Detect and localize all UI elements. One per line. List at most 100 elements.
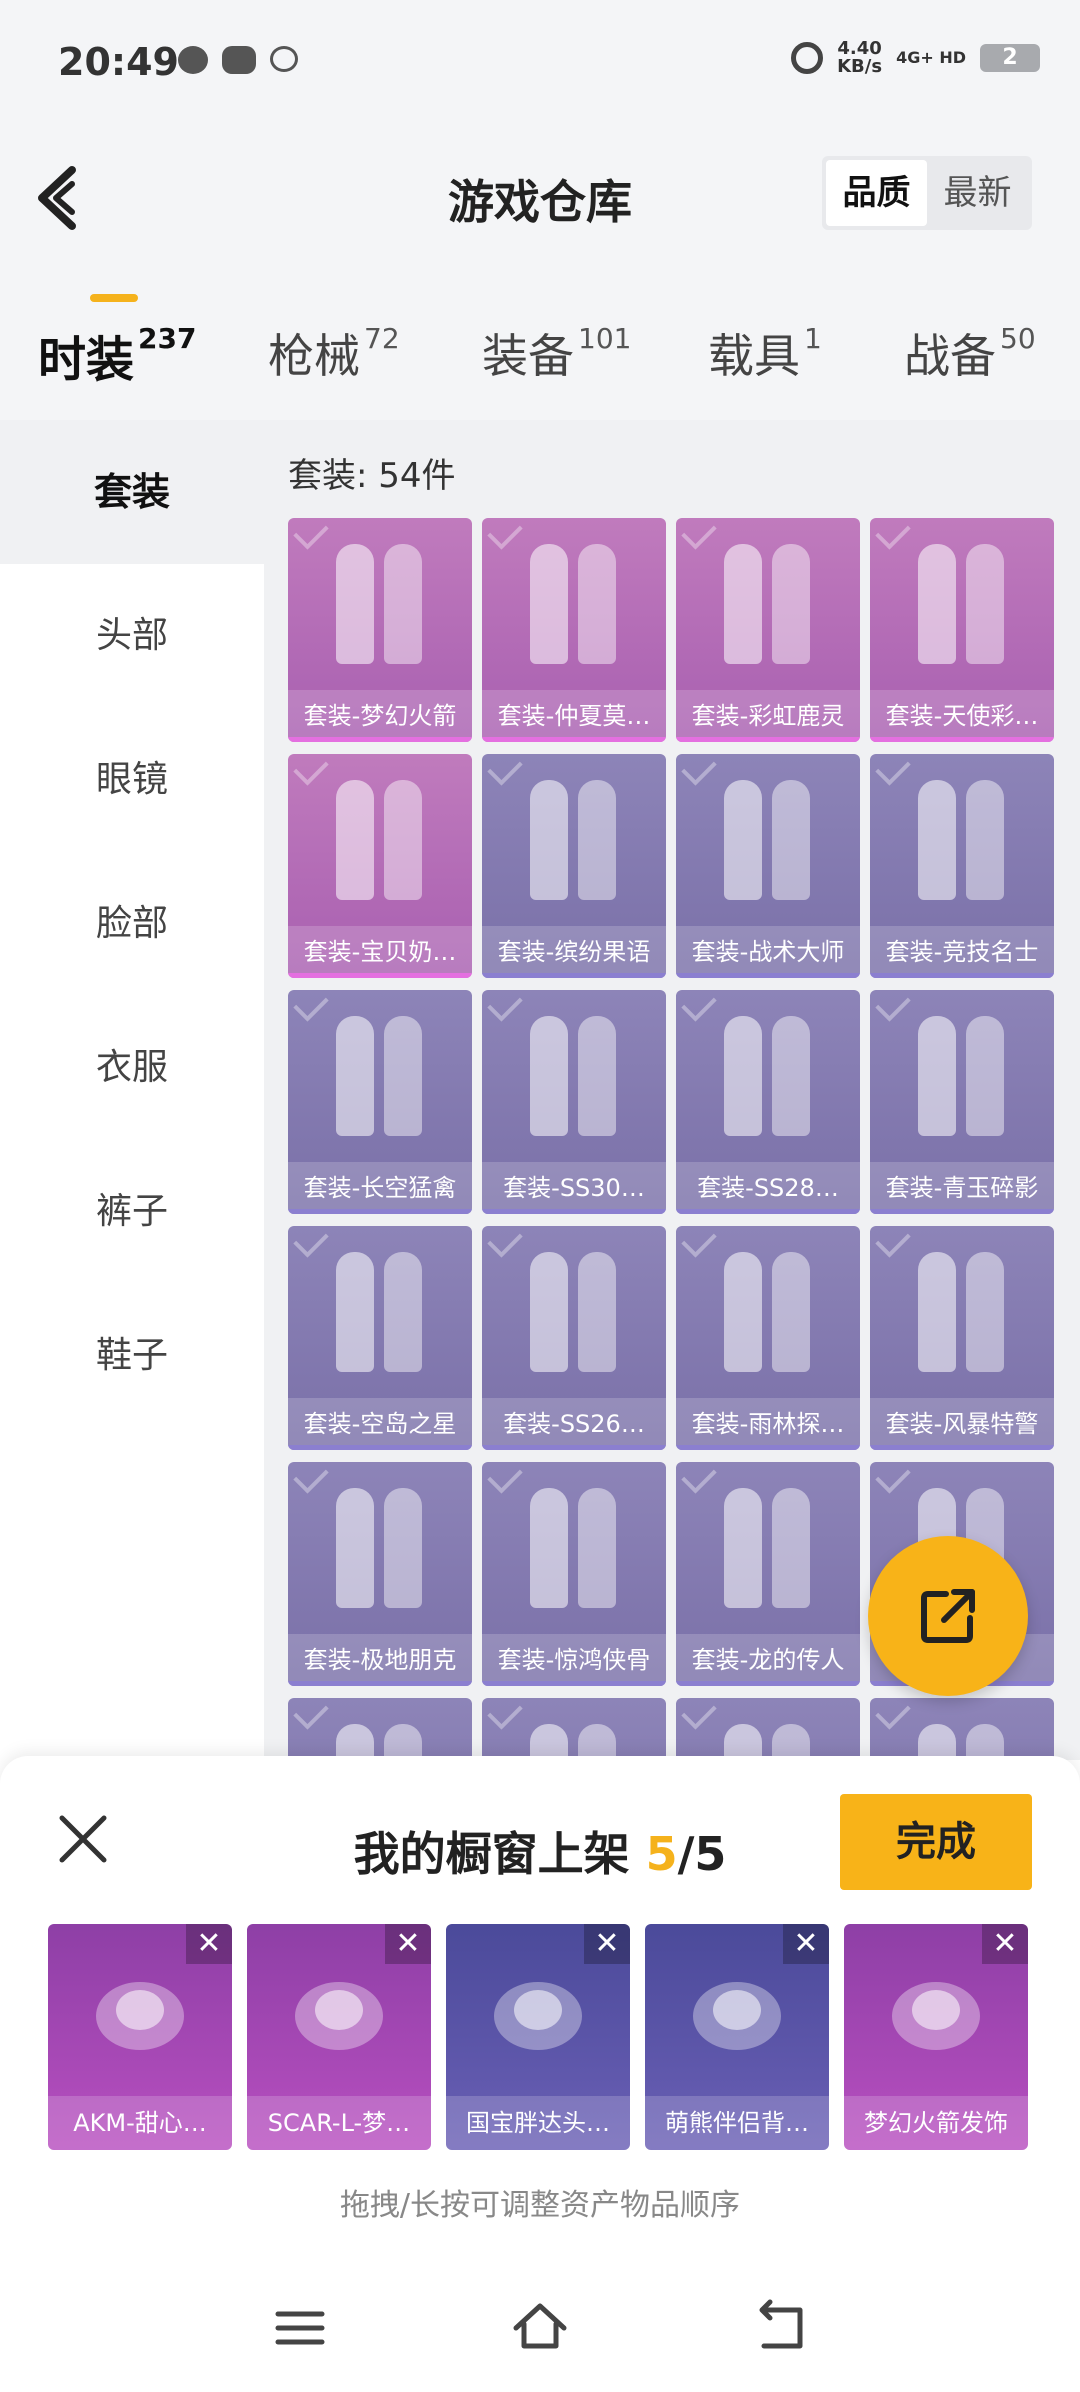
home-icon[interactable] bbox=[510, 2298, 570, 2358]
shelf-count-max: 5 bbox=[694, 1827, 727, 1881]
figure-left bbox=[530, 1488, 568, 1608]
item-card[interactable]: 套装-彩虹鹿灵 bbox=[676, 518, 860, 742]
remove-icon[interactable]: ✕ bbox=[982, 1924, 1028, 1964]
rarity-bar bbox=[676, 1681, 860, 1686]
outfit-image bbox=[328, 780, 432, 906]
item-card[interactable]: 套装-极地朋克 bbox=[288, 1462, 472, 1686]
outfit-image bbox=[328, 1016, 432, 1142]
remove-icon[interactable]: ✕ bbox=[783, 1924, 829, 1964]
check-icon bbox=[875, 990, 911, 1022]
item-card[interactable]: 套装-惊鸿侠骨 bbox=[482, 1462, 666, 1686]
tab-equipment[interactable]: 装备 101 bbox=[482, 320, 631, 386]
item-label: 套装-惊鸿侠骨 bbox=[482, 1634, 666, 1686]
figure-right bbox=[578, 780, 616, 900]
outfit-image bbox=[328, 1488, 432, 1614]
item-card[interactable] bbox=[288, 1698, 472, 1760]
message-icon bbox=[178, 46, 208, 74]
item-card[interactable]: 套装-长空猛禽 bbox=[288, 990, 472, 1214]
rarity-bar bbox=[482, 1445, 666, 1450]
tab-supplies[interactable]: 战备 50 bbox=[904, 320, 1036, 386]
figure-left bbox=[530, 1724, 568, 1760]
remove-icon[interactable]: ✕ bbox=[186, 1924, 232, 1964]
item-card[interactable]: 套装-龙的传人 bbox=[676, 1462, 860, 1686]
item-card[interactable]: 套装-梦幻火箭 bbox=[288, 518, 472, 742]
figure-left bbox=[530, 1016, 568, 1136]
done-button[interactable]: 完成 bbox=[840, 1794, 1032, 1890]
item-card[interactable]: 套装-SS26… bbox=[482, 1226, 666, 1450]
rarity-bar bbox=[288, 973, 472, 978]
outfit-image bbox=[716, 1016, 820, 1142]
item-card[interactable]: 套装-SS30… bbox=[482, 990, 666, 1214]
item-label: 套装-竞技名士 bbox=[870, 926, 1054, 978]
sort-option-quality[interactable]: 品质 bbox=[826, 160, 927, 226]
check-icon bbox=[681, 990, 717, 1022]
remove-icon[interactable]: ✕ bbox=[385, 1924, 431, 1964]
sidebar-item-clothes[interactable]: 衣服 bbox=[0, 996, 264, 1140]
check-icon bbox=[681, 518, 717, 550]
item-label: 套装-彩虹鹿灵 bbox=[676, 690, 860, 742]
sidebar-item-head[interactable]: 头部 bbox=[0, 564, 264, 708]
figure-right bbox=[772, 1724, 810, 1760]
item-card[interactable] bbox=[482, 1698, 666, 1760]
sidebar-item-glasses[interactable]: 眼镜 bbox=[0, 708, 264, 852]
rarity-bar bbox=[676, 737, 860, 742]
check-icon bbox=[875, 518, 911, 550]
share-button[interactable] bbox=[868, 1536, 1028, 1696]
item-card[interactable]: 套装-竞技名士 bbox=[870, 754, 1054, 978]
battery-icon: 2 bbox=[980, 44, 1040, 72]
shelf-item[interactable]: ✕ 萌熊伴侣背… bbox=[645, 1924, 829, 2150]
category-sidebar: 套装 头部 眼镜 脸部 衣服 裤子 鞋子 bbox=[0, 420, 264, 1750]
back-nav-icon[interactable] bbox=[750, 2298, 810, 2358]
tab-label: 载具 bbox=[708, 329, 800, 383]
item-card[interactable]: 套装-风暴特警 bbox=[870, 1226, 1054, 1450]
sidebar-item-face[interactable]: 脸部 bbox=[0, 852, 264, 996]
item-card[interactable]: 套装-SS28… bbox=[676, 990, 860, 1214]
tab-label: 时装 bbox=[38, 332, 135, 388]
item-card[interactable]: 套装-雨林探… bbox=[676, 1226, 860, 1450]
shelf-item[interactable]: ✕ 国宝胖达头… bbox=[446, 1924, 630, 2150]
item-card[interactable]: 套装-天使彩… bbox=[870, 518, 1054, 742]
check-icon bbox=[875, 1226, 911, 1258]
item-card[interactable]: 套装-宝贝奶… bbox=[288, 754, 472, 978]
outfit-image bbox=[910, 1724, 1014, 1760]
check-icon bbox=[875, 754, 911, 786]
item-card[interactable]: 套装-青玉碎影 bbox=[870, 990, 1054, 1214]
item-card[interactable]: 套装-战术大师 bbox=[676, 754, 860, 978]
item-label: 套装-雨林探… bbox=[676, 1398, 860, 1450]
grid-title: 套装: 54件 bbox=[288, 456, 456, 496]
item-card[interactable] bbox=[676, 1698, 860, 1760]
menu-icon[interactable] bbox=[270, 2298, 330, 2358]
item-card[interactable]: 套装-空岛之星 bbox=[288, 1226, 472, 1450]
active-tab-indicator bbox=[90, 294, 138, 302]
tab-fashion[interactable]: 时装 237 bbox=[38, 320, 196, 390]
shelf-item[interactable]: ✕ SCAR-L-梦… bbox=[247, 1924, 431, 2150]
figure-left bbox=[530, 544, 568, 664]
check-icon bbox=[487, 518, 523, 550]
outfit-image bbox=[910, 544, 1014, 670]
check-icon bbox=[875, 1698, 911, 1730]
tab-weapons[interactable]: 枪械 72 bbox=[268, 320, 400, 386]
rarity-bar bbox=[870, 737, 1054, 742]
shelf-item[interactable]: ✕ AKM-甜心… bbox=[48, 1924, 232, 2150]
item-card[interactable]: 套装-仲夏莫… bbox=[482, 518, 666, 742]
rarity-bar bbox=[870, 1445, 1054, 1450]
shelf-item-label: AKM-甜心… bbox=[48, 2096, 232, 2150]
shelf-count-separator: / bbox=[677, 1827, 695, 1881]
figure-right bbox=[966, 1724, 1004, 1760]
item-label: 套装-战术大师 bbox=[676, 926, 860, 978]
item-card[interactable] bbox=[870, 1698, 1054, 1760]
item-label: 套装-极地朋克 bbox=[288, 1634, 472, 1686]
tab-label: 战备 bbox=[904, 329, 996, 383]
shelf-item-label: 梦幻火箭发饰 bbox=[844, 2096, 1028, 2150]
sort-option-newest[interactable]: 最新 bbox=[927, 160, 1028, 226]
item-card[interactable]: 套装-缤纷果语 bbox=[482, 754, 666, 978]
figure-right bbox=[578, 1724, 616, 1760]
shelf-item[interactable]: ✕ 梦幻火箭发饰 bbox=[844, 1924, 1028, 2150]
tab-count: 101 bbox=[578, 322, 632, 355]
tab-vehicles[interactable]: 载具 1 bbox=[708, 320, 822, 386]
sidebar-item-pants[interactable]: 裤子 bbox=[0, 1140, 264, 1284]
sidebar-item-suit[interactable]: 套装 bbox=[0, 420, 264, 564]
remove-icon[interactable]: ✕ bbox=[584, 1924, 630, 1964]
net-speed: 4.40 KB/s bbox=[837, 40, 882, 76]
sidebar-item-shoes[interactable]: 鞋子 bbox=[0, 1284, 264, 1428]
